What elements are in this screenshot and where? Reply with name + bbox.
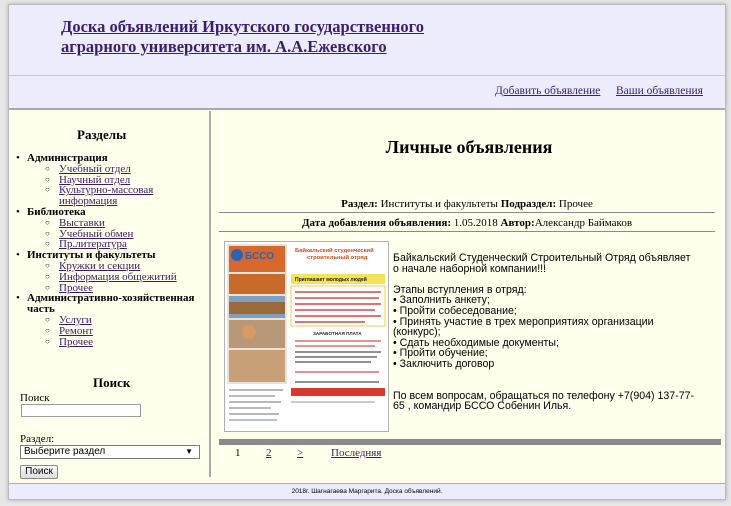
- site-title-link[interactable]: Доска объявлений Иркутского государствен…: [61, 17, 424, 56]
- menu-link[interactable]: Прочее: [59, 336, 93, 348]
- search-label: Поиск: [20, 392, 50, 404]
- browser-viewport: Доска объявлений Иркутского государствен…: [0, 0, 731, 506]
- your-ads-link[interactable]: Ваши объявления: [616, 85, 703, 97]
- page-title: Личные объявления: [385, 137, 553, 157]
- poster-salary: ЗАРАБОТНАЯ ПЛАТА: [313, 331, 362, 336]
- footer: 2018г. Шагнагаева Маргарита. Доска объяв…: [9, 483, 725, 499]
- poster-invite: Приглашает молодых людей: [295, 276, 367, 283]
- content-divider: [219, 439, 721, 445]
- menu-link[interactable]: Культурно-массовая информация: [59, 184, 153, 207]
- poster-graphic: БССО Байкальский студенческий строительн…: [225, 242, 388, 431]
- ad-line: • Пройти собеседование;: [393, 304, 517, 317]
- date-field-value: 1.05.2018: [453, 217, 498, 229]
- author-field-value: Александр Баймаков: [534, 217, 633, 229]
- category-label: Административно-хозяйственная часть: [27, 292, 195, 316]
- site-title: Доска объявлений Иркутского государствен…: [61, 17, 424, 57]
- search-heading: Поиск: [93, 375, 131, 390]
- poster-logo: БССО: [245, 251, 274, 262]
- section-select[interactable]: Выберите раздел ▼: [20, 445, 200, 459]
- section-label: Раздел:: [20, 433, 55, 445]
- ad-date-author-line: Дата добавления объявления: 1.05.2018 Ав…: [219, 217, 715, 232]
- ad-line: Байкальский Студенческий Строительный От…: [393, 252, 691, 264]
- add-ad-link[interactable]: Добавить объявление: [495, 85, 600, 97]
- category-institutes: Институты и факультеты Кружки и секции И…: [13, 250, 209, 293]
- subsection-field-label: Подраздел:: [500, 198, 557, 210]
- ad-description: Байкальский Студенческий Строительный От…: [393, 253, 713, 412]
- chevron-down-icon: ▼: [185, 447, 193, 456]
- ad-poster-image: БССО Байкальский студенческий строительн…: [224, 241, 389, 432]
- page-link-2[interactable]: 2: [266, 447, 272, 459]
- ad-line: 65 , командир БССО Собенин Илья.: [393, 400, 572, 413]
- ad-line: • Заключить договор: [393, 357, 495, 370]
- last-page-link[interactable]: Последняя: [331, 447, 381, 459]
- page: Доска объявлений Иркутского государствен…: [8, 4, 726, 500]
- sections-heading: Разделы: [77, 127, 127, 142]
- current-page: 1: [235, 447, 241, 459]
- section-field-label: Раздел:: [341, 198, 378, 210]
- date-field-label: Дата добавления объявления:: [301, 217, 452, 229]
- subsection-field-value: Прочее: [558, 198, 593, 210]
- svg-text:строительный отряд: строительный отряд: [307, 254, 368, 261]
- category-library: Библиотека Выставки Учебный обмен Пр.лит…: [13, 206, 209, 250]
- author-field-label: Автор:: [500, 217, 535, 229]
- sidebar: Разделы Администрация Учебный отдел Науч…: [9, 111, 211, 477]
- category-administrative-economic: Административно-хозяйственная часть Услу…: [13, 293, 209, 347]
- category-administration: Администрация Учебный отдел Научный отде…: [13, 153, 209, 207]
- svg-text:Байкальский студенческий: Байкальский студенческий: [295, 247, 374, 254]
- next-page-link[interactable]: >: [297, 447, 303, 459]
- ad-line: [393, 370, 713, 381]
- search-button[interactable]: Поиск: [20, 465, 58, 479]
- section-select-value: Выберите раздел: [24, 446, 106, 457]
- site-header: Доска объявлений Иркутского государствен…: [9, 5, 725, 76]
- site-title-line2: аграрного университета им. А.А.Ежевского: [61, 37, 387, 56]
- ad-line: • Принять участие в трех мероприятиях ор…: [393, 315, 654, 328]
- ad-category-line: Раздел: Институты и факультеты Подраздел…: [219, 198, 715, 213]
- top-navigation: Добавить объявление Ваши объявления: [9, 76, 725, 110]
- site-title-line1: Доска объявлений Иркутского государствен…: [61, 17, 424, 36]
- category-menu: Администрация Учебный отдел Научный отде…: [13, 153, 209, 348]
- search-input[interactable]: [21, 404, 141, 417]
- ad-line: о начале наборной компании!!!: [393, 262, 547, 275]
- section-field-value: Институты и факультеты: [380, 198, 498, 210]
